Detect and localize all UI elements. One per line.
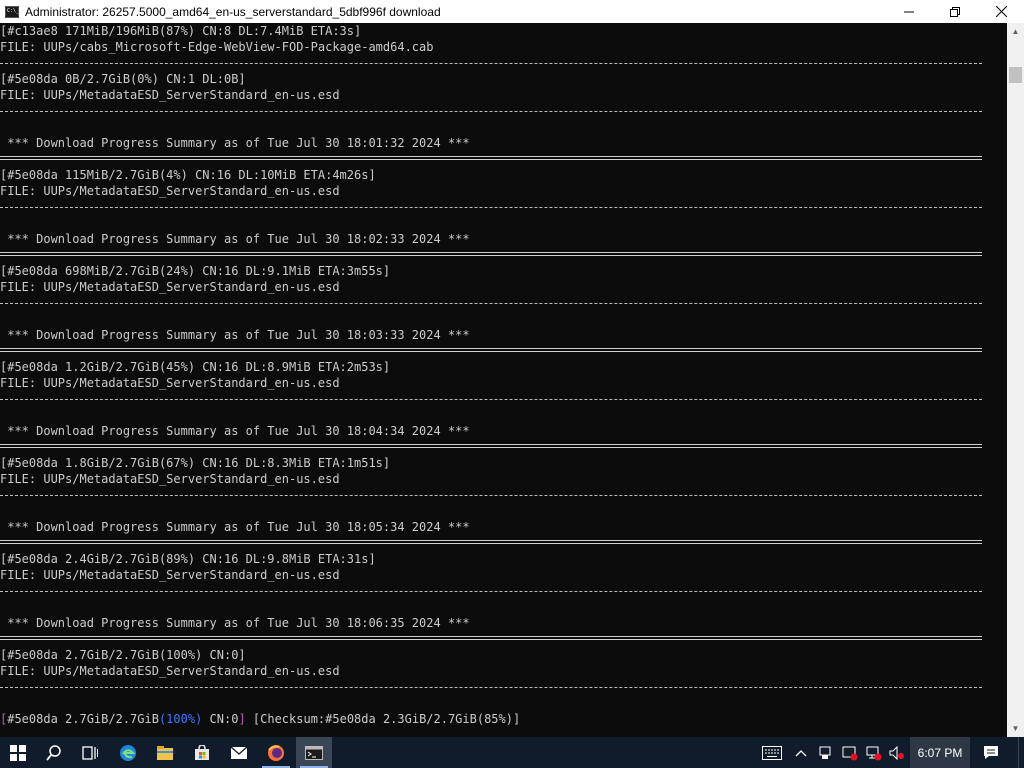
console-line: FILE: UUPs/MetadataESD_ServerStandard_en…: [0, 88, 340, 102]
volume-muted-icon: [889, 745, 904, 760]
security-tray-button[interactable]: [838, 737, 862, 768]
separator-double: [0, 156, 982, 160]
cmd-icon: [5, 5, 19, 18]
console-line: [#5e08da 115MiB/2.7GiB(4%) CN:16 DL:10Mi…: [0, 168, 376, 182]
summary-heading: *** Download Progress Summary as of Tue …: [0, 616, 470, 630]
separator-dashed: [0, 591, 982, 592]
usb-tray-button[interactable]: [814, 737, 836, 768]
task-view-icon: [82, 745, 98, 760]
action-center-button[interactable]: [976, 737, 1006, 768]
close-button[interactable]: [978, 0, 1024, 23]
search-button[interactable]: [36, 737, 72, 768]
separator-double: [0, 636, 982, 640]
summary-heading: *** Download Progress Summary as of Tue …: [0, 328, 470, 342]
security-icon: [842, 746, 858, 760]
taskbar-command-prompt[interactable]: [296, 737, 332, 768]
window-title: Administrator: 26257.5000_amd64_en-us_se…: [25, 4, 441, 19]
close-icon: [995, 6, 1007, 17]
taskbar-file-explorer[interactable]: [147, 737, 183, 768]
show-desktop-button[interactable]: [1018, 737, 1024, 768]
console-line: FILE: UUPs/MetadataESD_ServerStandard_en…: [0, 664, 340, 678]
vertical-scrollbar[interactable]: ▲ ▼: [1007, 23, 1024, 737]
scrollbar-thumb[interactable]: [1009, 67, 1022, 83]
start-button[interactable]: [0, 737, 36, 768]
separator-dashed: [0, 207, 982, 208]
show-hidden-icons-button[interactable]: [790, 737, 812, 768]
summary-heading: *** Download Progress Summary as of Tue …: [0, 136, 470, 150]
console-line: [#5e08da 0B/2.7GiB(0%) CN:1 DL:0B]: [0, 72, 246, 86]
separator-dashed: [0, 111, 982, 112]
network-icon: [866, 746, 882, 760]
taskbar-mail[interactable]: [221, 737, 257, 768]
restore-icon: [950, 6, 960, 17]
console-line: FILE: UUPs/MetadataESD_ServerStandard_en…: [0, 184, 340, 198]
status-connections: CN:0: [202, 712, 239, 726]
network-tray-button[interactable]: [863, 737, 885, 768]
mail-icon: [230, 746, 248, 759]
console-output[interactable]: [#c13ae8 171MiB/196MiB(87%) CN:8 DL:7.4M…: [0, 23, 1007, 737]
search-icon: [46, 744, 61, 761]
action-center-icon: [984, 746, 998, 759]
chevron-up-icon: ▲: [1011, 27, 1020, 36]
separator-double: [0, 348, 982, 352]
separator-double: [0, 252, 982, 256]
separator-dashed: [0, 399, 982, 400]
edge-icon: [120, 744, 136, 761]
windows-start-icon: [10, 744, 26, 761]
touch-keyboard-icon: [762, 745, 782, 760]
console-line: FILE: UUPs/MetadataESD_ServerStandard_en…: [0, 568, 340, 582]
live-status-line: [#5e08da 2.7GiB/2.7GiB(100%) CN:0] [Chec…: [0, 711, 520, 727]
chevron-up-icon: [795, 749, 807, 756]
status-close-bracket: ]: [238, 712, 246, 726]
scroll-up-button[interactable]: ▲: [1007, 23, 1024, 40]
console-line: FILE: UUPs/MetadataESD_ServerStandard_en…: [0, 280, 340, 294]
console-line: FILE: UUPs/MetadataESD_ServerStandard_en…: [0, 472, 340, 486]
console-line: [#5e08da 698MiB/2.7GiB(24%) CN:16 DL:9.1…: [0, 264, 391, 278]
console-line: FILE: UUPs/MetadataESD_ServerStandard_en…: [0, 376, 340, 390]
separator-dashed: [0, 63, 982, 64]
taskbar-store[interactable]: [184, 737, 220, 768]
separator-double: [0, 444, 982, 448]
separator-dashed: [0, 687, 982, 688]
cmd-icon: [305, 745, 323, 760]
usb-icon: [819, 746, 831, 759]
summary-heading: *** Download Progress Summary as of Tue …: [0, 232, 470, 246]
console-line: [#5e08da 2.7GiB/2.7GiB(100%) CN:0]: [0, 648, 246, 662]
console-line: FILE: UUPs/cabs_Microsoft-Edge-WebView-F…: [0, 40, 434, 54]
status-prefix: #5e08da 2.7GiB/2.7GiB: [7, 712, 159, 726]
firefox-icon: [268, 744, 284, 761]
volume-tray-button[interactable]: [886, 737, 908, 768]
scroll-down-button[interactable]: ▼: [1007, 720, 1024, 737]
separator-dashed: [0, 495, 982, 496]
taskbar-clock[interactable]: 6:07 PM: [910, 737, 970, 768]
file-explorer-icon: [157, 745, 173, 760]
summary-heading: *** Download Progress Summary as of Tue …: [0, 520, 470, 534]
touch-keyboard-button[interactable]: [758, 737, 786, 768]
separator-dashed: [0, 303, 982, 304]
window-titlebar[interactable]: Administrator: 26257.5000_amd64_en-us_se…: [0, 0, 1024, 23]
summary-heading: *** Download Progress Summary as of Tue …: [0, 424, 470, 438]
console-line: [#5e08da 1.2GiB/2.7GiB(45%) CN:16 DL:8.9…: [0, 360, 391, 374]
separator-double: [0, 540, 982, 544]
minimize-icon: [904, 11, 914, 12]
console-line: [#5e08da 2.4GiB/2.7GiB(89%) CN:16 DL:9.8…: [0, 552, 376, 566]
console-line: [#5e08da 1.8GiB/2.7GiB(67%) CN:16 DL:8.3…: [0, 456, 391, 470]
chevron-down-icon: ▼: [1011, 724, 1020, 733]
status-checksum: [Checksum:#5e08da 2.3GiB/2.7GiB(85%)]: [245, 712, 521, 726]
task-view-button[interactable]: [72, 737, 108, 768]
maximize-button[interactable]: [932, 0, 978, 23]
store-icon: [195, 744, 209, 760]
minimize-button[interactable]: [886, 0, 932, 23]
console-line: [#c13ae8 171MiB/196MiB(87%) CN:8 DL:7.4M…: [0, 24, 362, 38]
taskbar: 6:07 PM: [0, 737, 1024, 768]
taskbar-firefox[interactable]: [258, 737, 294, 768]
taskbar-edge[interactable]: [110, 737, 146, 768]
status-percent: (100%): [158, 712, 203, 726]
